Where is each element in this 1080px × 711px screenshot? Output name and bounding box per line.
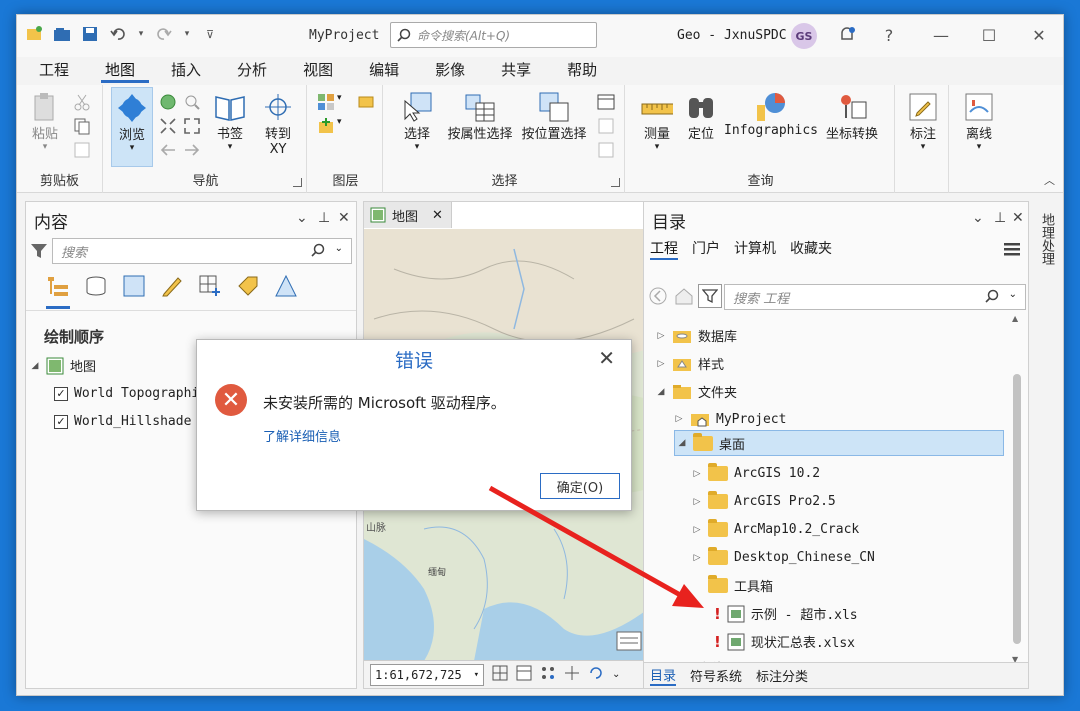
annotation-arrow: [488, 485, 704, 608]
